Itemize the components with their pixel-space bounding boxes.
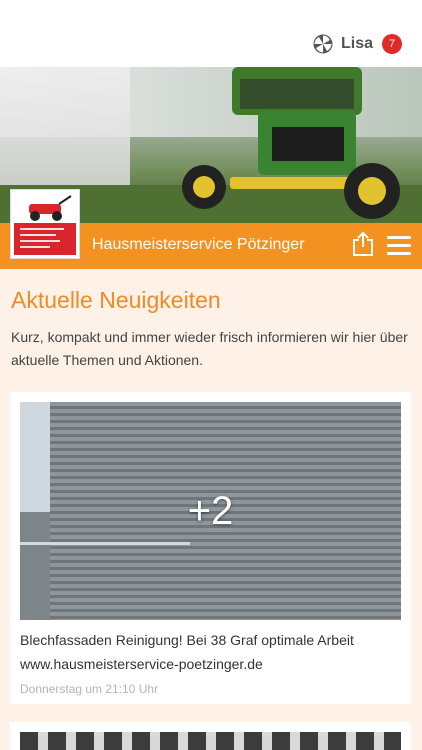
news-text: Blechfassaden Reinigung! Bei 38 Graf opt… <box>20 628 401 676</box>
lawnmower-logo-icon <box>29 195 72 221</box>
more-images-count: +2 <box>187 488 234 533</box>
news-image[interactable]: +2 <box>20 402 401 620</box>
user-menu[interactable]: Lisa 7 <box>313 33 402 55</box>
news-date: Donnerstag um 21:10 Uhr <box>20 682 159 696</box>
company-name: Hausmeisterservice Pötzinger <box>92 236 305 253</box>
news-title: Blechfassaden Reinigung! Bei 38 Graf opt… <box>20 632 354 648</box>
logo-red-panel <box>14 223 76 255</box>
news-card[interactable]: +2 Blechfassaden Reinigung! Bei 38 Graf … <box>10 392 411 704</box>
section-title: Aktuelle Neuigkeiten <box>11 287 221 313</box>
pinwheel-logo-icon <box>313 34 333 54</box>
top-bar: Lisa 7 <box>0 0 422 67</box>
share-icon[interactable] <box>352 231 374 257</box>
company-logo <box>10 189 80 259</box>
section-intro: Kurz, kompakt und immer wieder frisch in… <box>11 329 408 368</box>
news-link[interactable]: www.hausmeisterservice-poetzinger.de <box>20 652 401 676</box>
hamburger-menu-icon[interactable] <box>387 236 411 256</box>
news-image-next <box>20 732 401 750</box>
user-name: Lisa <box>340 35 373 52</box>
news-card-next[interactable] <box>10 722 411 750</box>
notification-badge[interactable]: 7 <box>382 34 402 54</box>
